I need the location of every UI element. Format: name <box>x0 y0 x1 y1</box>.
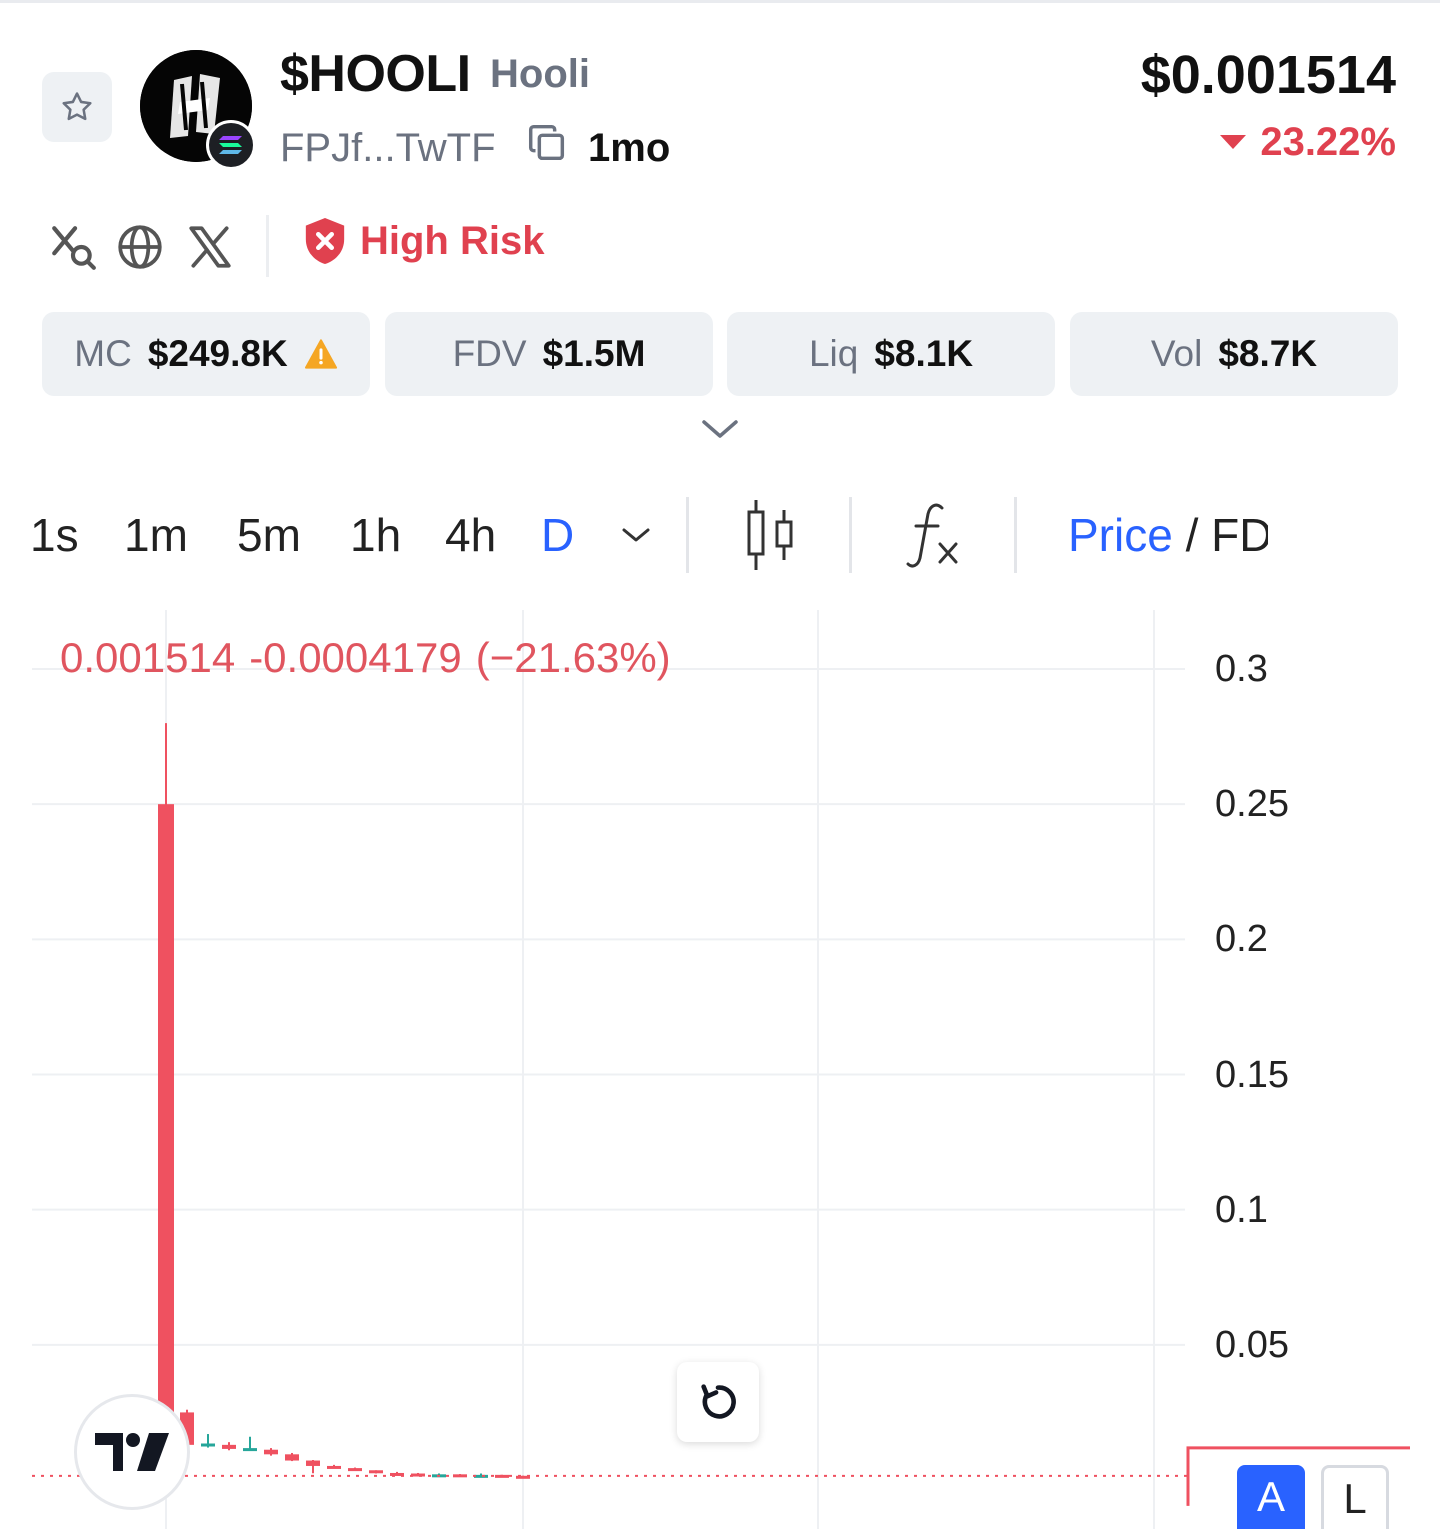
price-toggle-active[interactable]: Price <box>1068 509 1173 561</box>
toolbar-divider <box>849 497 852 573</box>
candlestick-type-icon[interactable] <box>744 498 798 577</box>
stat-label: Vol <box>1150 333 1203 374</box>
star-icon <box>62 92 92 121</box>
x-search-icon[interactable] <box>48 222 98 277</box>
candle-body <box>222 1444 236 1449</box>
solana-chain-icon <box>206 120 256 170</box>
candle-body <box>243 1448 257 1452</box>
stat-value: $8.7K <box>1218 333 1318 374</box>
stat-market-cap[interactable]: MC $249.8K <box>42 312 370 396</box>
log-scale-button[interactable]: L <box>1321 1465 1389 1529</box>
stat-value: $1.5M <box>542 333 646 374</box>
candle-body <box>306 1460 320 1466</box>
expand-chevron-icon[interactable] <box>700 414 740 449</box>
price-toggle-fdv[interactable]: FD <box>1211 509 1268 561</box>
y-tick-label: 0.25 <box>1215 783 1289 825</box>
auto-scale-button[interactable]: A <box>1237 1465 1305 1529</box>
stat-volume[interactable]: Vol $8.7K <box>1070 312 1398 396</box>
token-price: $0.001514 <box>1140 45 1396 105</box>
stat-value: $249.8K <box>147 333 288 374</box>
price-fdv-toggle[interactable]: Price / FD <box>1068 508 1268 562</box>
copy-icon[interactable] <box>524 120 570 171</box>
candle-body <box>285 1454 299 1461</box>
stat-label: MC <box>74 333 132 374</box>
candle-body <box>201 1443 215 1447</box>
toolbar-divider <box>686 497 689 573</box>
candle-body <box>327 1465 341 1469</box>
legend-change-pct: (−21.63%) <box>475 634 671 681</box>
stat-fdv[interactable]: FDV $1.5M <box>385 312 713 396</box>
token-name: Hooli <box>490 52 590 96</box>
timeframe-dropdown-chevron-icon[interactable] <box>618 520 654 555</box>
indicators-fx-icon[interactable] <box>906 500 962 575</box>
favorite-button[interactable] <box>42 72 112 142</box>
top-divider <box>0 0 1440 3</box>
y-tick-label: 0.3 <box>1215 648 1268 690</box>
shield-alert-icon <box>305 218 345 264</box>
stat-label: FDV <box>452 333 527 374</box>
candle-body <box>158 804 174 1413</box>
y-tick-label: 0.2 <box>1215 918 1268 960</box>
timeframe-d[interactable]: D <box>541 508 574 562</box>
candle-body <box>369 1470 383 1474</box>
token-ticker: $HOOLI <box>280 45 471 103</box>
y-tick-label: 0.05 <box>1215 1324 1289 1366</box>
x-logo-icon[interactable] <box>185 222 235 277</box>
stat-value: $8.1K <box>874 333 974 374</box>
social-divider <box>266 215 269 277</box>
price-toggle-separator: / <box>1172 509 1212 561</box>
stat-liquidity[interactable]: Liq $8.1K <box>727 312 1055 396</box>
globe-icon[interactable] <box>115 222 165 277</box>
chart-legend: 0.001514 -0.0004179 (−21.63%) <box>60 634 685 682</box>
candle-body <box>264 1449 278 1455</box>
price-change-value: 23.22% <box>1260 120 1396 164</box>
risk-badge[interactable]: High Risk <box>302 216 544 266</box>
candle-body <box>348 1468 362 1472</box>
candle-body <box>474 1474 488 1478</box>
y-tick-label: 0.1 <box>1215 1189 1268 1231</box>
y-tick-label: 0.15 <box>1215 1054 1289 1096</box>
timeframe-1m[interactable]: 1m <box>124 508 188 562</box>
timeframe-1h[interactable]: 1h <box>350 508 401 562</box>
caret-down-icon <box>1220 134 1247 149</box>
legend-change: -0.0004179 <box>249 634 462 681</box>
price-change: 23.22% <box>1220 120 1396 165</box>
toolbar-divider <box>1014 497 1017 573</box>
reset-chart-button[interactable] <box>677 1362 759 1442</box>
stat-label: Liq <box>808 333 859 374</box>
timeframe-5m[interactable]: 5m <box>237 508 301 562</box>
tradingview-logo[interactable] <box>74 1394 190 1510</box>
legend-close: 0.001514 <box>60 634 236 681</box>
token-address: FPJf...TwTF <box>280 126 496 170</box>
risk-label: High Risk <box>360 218 545 263</box>
refresh-icon <box>701 1384 736 1419</box>
timeframe-1s[interactable]: 1s <box>30 508 79 562</box>
warning-icon <box>304 339 337 369</box>
token-age: 1mo <box>588 126 671 170</box>
timeframe-4h[interactable]: 4h <box>445 508 496 562</box>
candle-body <box>411 1473 425 1477</box>
